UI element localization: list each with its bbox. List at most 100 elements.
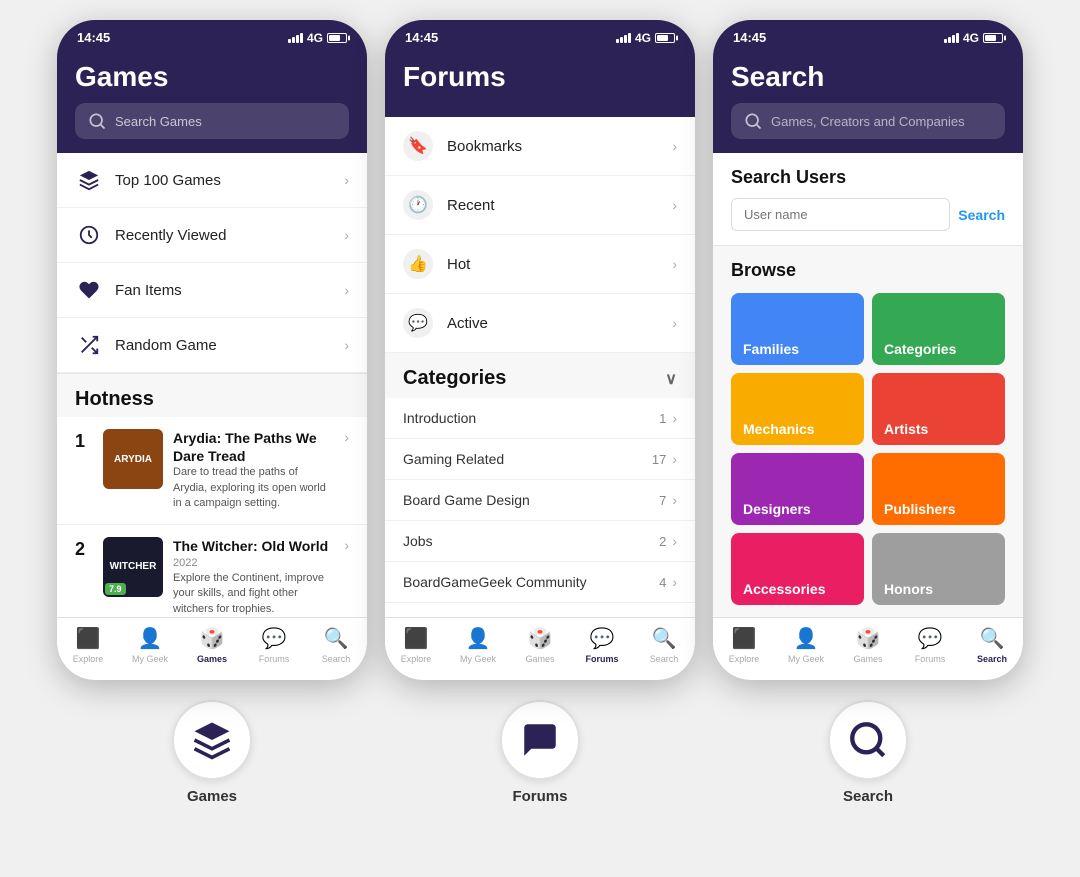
chevron-h2: › [344, 537, 349, 553]
menu-item-recent[interactable]: Recently Viewed › [57, 208, 367, 263]
menu-item-top100[interactable]: Top 100 Games › [57, 153, 367, 208]
search-title: Search [731, 61, 1005, 93]
browse-label-mechanics: Mechanics [743, 421, 815, 437]
chevron-hot: › [672, 256, 677, 272]
tab-forums-games[interactable]: 💬 Forums [243, 626, 305, 664]
cat-gaming[interactable]: Gaming Related 17 › [385, 439, 695, 480]
explore-icon-s: ⬛ [732, 626, 757, 651]
tab-forums-label-s: Forums [915, 654, 946, 664]
categories-title: Categories [403, 367, 506, 390]
clock-icon-wrap: 🕐 [403, 190, 433, 220]
search-app-icon-wrap: Search [828, 700, 908, 805]
cat-intro-count: 1 [659, 411, 666, 426]
fire-icon-wrap: 👍 [403, 249, 433, 279]
browse-label-accessories: Accessories [743, 581, 826, 597]
search-app-icon[interactable] [828, 700, 908, 780]
tab-explore-games[interactable]: ⬛ Explore [57, 626, 119, 664]
tab-explore-label-s: Explore [729, 654, 760, 664]
status-bar-search: 14:45 4G [713, 20, 1023, 49]
browse-card-publishers[interactable]: Publishers [872, 453, 1005, 525]
tab-mygeek-games[interactable]: 👤 My Geek [119, 626, 181, 664]
browse-card-families[interactable]: Families [731, 293, 864, 365]
menu-label-top100: Top 100 Games [115, 172, 332, 189]
shuffle-icon [75, 331, 103, 359]
forums-app-icon[interactable] [500, 700, 580, 780]
forum-icon: 💬 [262, 626, 287, 651]
hotness-list: 1 ARYDIA Arydia: The Paths We Dare Tread… [57, 417, 367, 617]
browse-card-artists[interactable]: Artists [872, 373, 1005, 445]
chevron-recent-f: › [672, 197, 677, 213]
tab-explore-forums[interactable]: ⬛ Explore [385, 626, 447, 664]
forums-title: Forums [403, 61, 677, 93]
cat-bggcom[interactable]: BoardGameGeek Community 4 › [385, 562, 695, 603]
time-search: 14:45 [733, 30, 766, 45]
games-app-label: Games [187, 788, 237, 805]
browse-card-designers[interactable]: Designers [731, 453, 864, 525]
tab-search-games[interactable]: 🔍 Search [305, 626, 367, 664]
tab-games-label-s: Games [853, 654, 882, 664]
tab-forums-forums[interactable]: 💬 Forums [571, 626, 633, 664]
categories-section: Categories ∨ Introduction 1 › Gaming Rel… [385, 353, 695, 617]
hotness-item-1[interactable]: 1 ARYDIA Arydia: The Paths We Dare Tread… [57, 417, 367, 525]
search-user-button[interactable]: Search [958, 207, 1005, 223]
chevron-h1: › [344, 429, 349, 445]
cat-intro[interactable]: Introduction 1 › [385, 398, 695, 439]
browse-card-mechanics[interactable]: Mechanics [731, 373, 864, 445]
status-bar-games: 14:45 4G [57, 20, 367, 49]
network-games: 4G [307, 31, 323, 45]
forum-item-bookmarks[interactable]: 🔖 Bookmarks › [385, 117, 695, 176]
tab-mygeek-search[interactable]: 👤 My Geek [775, 626, 837, 664]
games-app-icon[interactable] [172, 700, 252, 780]
signal-forums [616, 33, 631, 43]
tab-explore-search[interactable]: ⬛ Explore [713, 626, 775, 664]
forum-item-active[interactable]: 💬 Active › [385, 294, 695, 353]
signal-search [944, 33, 959, 43]
tab-games-forums[interactable]: 🎲 Games [509, 626, 571, 664]
hotness-thumb-1: ARYDIA [103, 429, 163, 489]
forums-screen: Forums 🔖 Bookmarks › 🕐 Recent › [385, 49, 695, 680]
tab-mygeek-forums[interactable]: 👤 My Geek [447, 626, 509, 664]
hotness-desc-2: Explore the Continent, improve your skil… [173, 571, 334, 617]
forums-app-label: Forums [512, 788, 567, 805]
games-title: Games [75, 61, 349, 93]
hotness-title-1: Arydia: The Paths We Dare Tread [173, 429, 334, 465]
network-forums: 4G [635, 31, 651, 45]
hotness-header: Hotness [57, 374, 367, 417]
tab-search-forums[interactable]: 🔍 Search [633, 626, 695, 664]
search-phone: 14:45 4G Search Ga [713, 20, 1023, 680]
tab-explore-label-f: Explore [401, 654, 432, 664]
forums-app-icon-wrap: Forums [500, 700, 580, 805]
browse-card-categories[interactable]: Categories [872, 293, 1005, 365]
tab-search-search[interactable]: 🔍 Search [961, 626, 1023, 664]
search-tab-icon-s: 🔍 [980, 626, 1005, 651]
cat-bgdesign[interactable]: Board Game Design 7 › [385, 480, 695, 521]
games-header: Games Search Games [57, 49, 367, 153]
tab-bar-search: ⬛ Explore 👤 My Geek 🎲 Games 💬 Forums [713, 617, 1023, 680]
tab-games-games[interactable]: 🎲 Games [181, 626, 243, 664]
tab-games-label: Games [197, 654, 227, 664]
battery-games [327, 33, 347, 43]
menu-item-fan[interactable]: Fan Items › [57, 263, 367, 318]
username-input[interactable] [731, 198, 950, 231]
search-tab-icon-f: 🔍 [652, 626, 677, 651]
forum-item-hot[interactable]: 👍 Hot › [385, 235, 695, 294]
browse-card-honors[interactable]: Honors [872, 533, 1005, 605]
forum-item-recent[interactable]: 🕐 Recent › [385, 176, 695, 235]
time-forums: 14:45 [405, 30, 438, 45]
cat-jobs[interactable]: Jobs 2 › [385, 521, 695, 562]
games-search-bar[interactable]: Search Games [75, 103, 349, 139]
browse-card-accessories[interactable]: Accessories [731, 533, 864, 605]
tab-games-search[interactable]: 🎲 Games [837, 626, 899, 664]
browse-label-categories: Categories [884, 341, 956, 357]
search-input-bar[interactable]: Games, Creators and Companies [731, 103, 1005, 139]
cat-bggrel[interactable]: BoardGameGeek Related 9 › [385, 603, 695, 617]
games-phone: 14:45 4G Games [57, 20, 367, 680]
forum-label-active: Active [447, 315, 658, 332]
forums-phone-col: 14:45 4G Forums [385, 20, 695, 805]
hotness-item-2[interactable]: 2 WITCHER 7.9 The Witcher: Old World 202… [57, 525, 367, 617]
forum-label-hot: Hot [447, 256, 658, 273]
tab-bar-games: ⬛ Explore 👤 My Geek 🎲 Games 💬 Forums [57, 617, 367, 680]
tab-forums-search[interactable]: 💬 Forums [899, 626, 961, 664]
menu-item-random[interactable]: Random Game › [57, 318, 367, 373]
chevron-recent: › [344, 227, 349, 243]
